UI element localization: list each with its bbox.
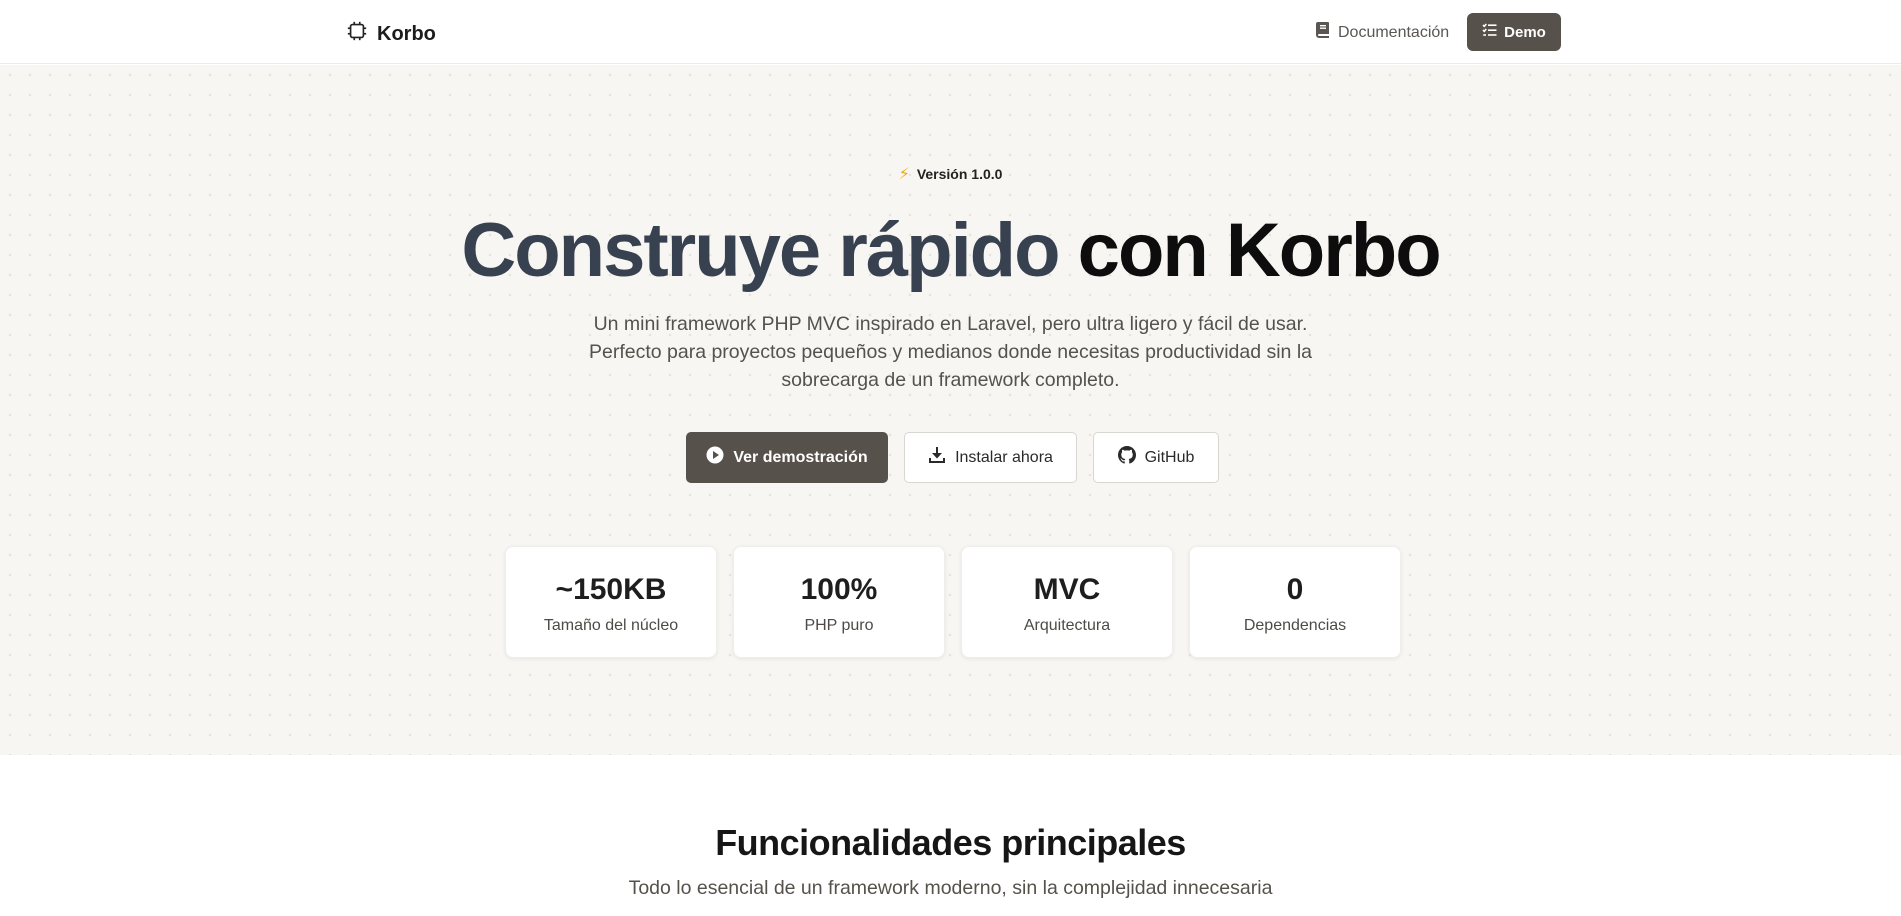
- documentation-link[interactable]: Documentación: [1316, 22, 1449, 43]
- book-icon: [1316, 22, 1330, 43]
- github-icon: [1117, 446, 1136, 469]
- version-badge: ⚡ Versión 1.0.0: [0, 164, 1901, 184]
- stat-card: 0 Dependencias: [1189, 546, 1401, 658]
- stat-value: ~150KB: [555, 573, 667, 606]
- brand-name: Korbo: [377, 22, 436, 45]
- stat-value: 100%: [800, 573, 878, 606]
- github-label: GitHub: [1144, 448, 1195, 466]
- stat-label: Tamaño del núcleo: [543, 617, 679, 634]
- play-circle-icon: [706, 446, 724, 469]
- hero-title-part2: con Korbo: [1077, 208, 1442, 293]
- github-button[interactable]: GitHub: [1093, 432, 1219, 483]
- list-check-icon: [1482, 23, 1497, 41]
- download-icon: [928, 446, 946, 469]
- features-title: Funcionalidades principales: [715, 822, 1186, 863]
- stat-label: PHP puro: [804, 617, 874, 634]
- hero-subtitle: Un mini framework PHP MVC inspirado en L…: [588, 313, 1313, 391]
- install-now-label: Instalar ahora: [955, 448, 1053, 466]
- stat-label: Dependencias: [1243, 617, 1347, 634]
- demo-button[interactable]: Demo: [1467, 13, 1561, 51]
- stat-card: ~150KB Tamaño del núcleo: [505, 546, 717, 658]
- brand-logo[interactable]: Korbo: [346, 20, 436, 48]
- bolt-icon: ⚡: [898, 166, 910, 183]
- navbar: Korbo Documentación Demo: [0, 0, 1901, 64]
- stat-value: MVC: [1033, 573, 1101, 606]
- hero-title: Construye rápido con Korbo: [0, 213, 1901, 289]
- stat-card: MVC Arquitectura: [961, 546, 1173, 658]
- view-demo-button[interactable]: Ver demostración: [686, 432, 888, 483]
- demo-label: Demo: [1504, 23, 1546, 41]
- features-subtitle: Todo lo esencial de un framework moderno…: [628, 877, 1273, 899]
- install-now-button[interactable]: Instalar ahora: [904, 432, 1077, 483]
- stat-label: Arquitectura: [1023, 617, 1111, 634]
- hero-title-part1: Construye rápido: [461, 208, 1060, 293]
- view-demo-label: Ver demostración: [733, 448, 868, 466]
- cpu-chip-icon: [346, 20, 368, 48]
- version-label: Versión 1.0.0: [916, 166, 1003, 182]
- stat-value: 0: [1286, 573, 1304, 606]
- hero-section: ⚡ Versión 1.0.0 Construye rápido con Kor…: [0, 65, 1901, 755]
- documentation-label: Documentación: [1338, 23, 1450, 41]
- stat-card: 100% PHP puro: [733, 546, 945, 658]
